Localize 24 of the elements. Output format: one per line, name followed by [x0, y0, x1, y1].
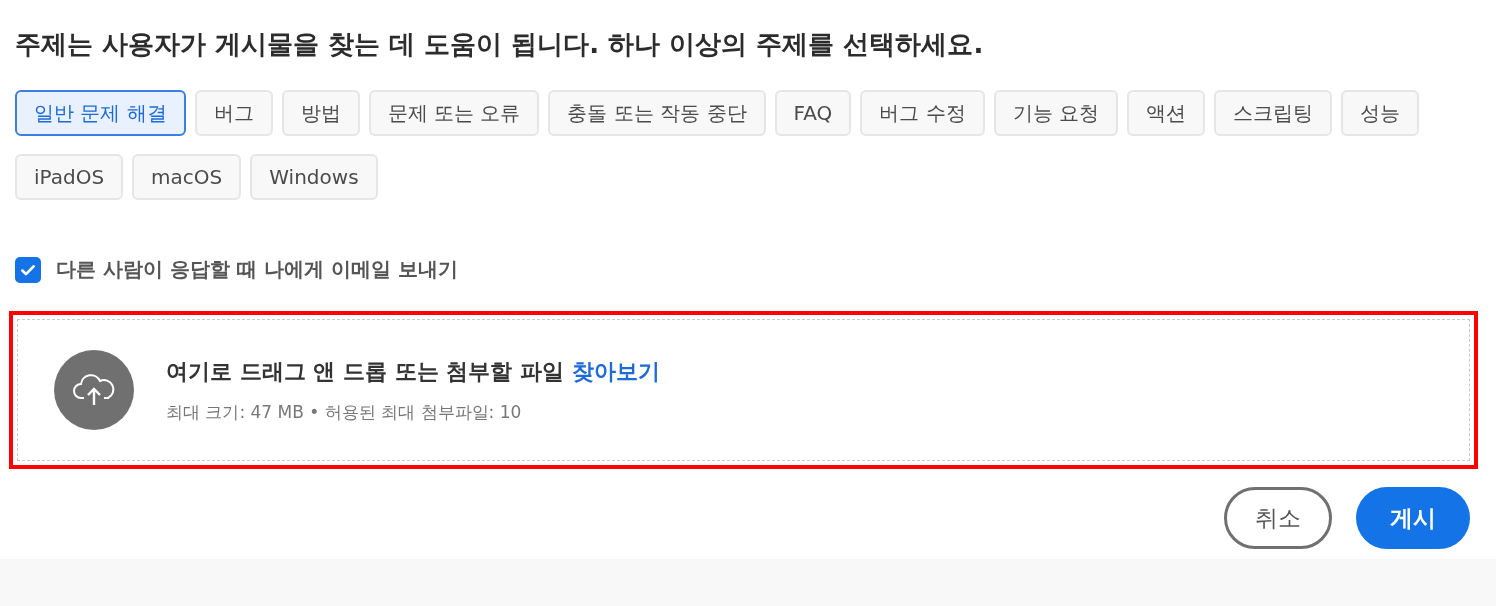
topic-tag[interactable]: 기능 요청 — [993, 90, 1118, 136]
drop-prompt: 여기로 드래그 앤 드롭 또는 첨부할 파일 — [166, 358, 564, 384]
topic-tag[interactable]: FAQ — [774, 90, 852, 136]
checkbox-label: 다른 사람이 응답할 때 나에게 이메일 보내기 — [56, 256, 458, 283]
heading: 주제는 사용자가 게시물을 찾는 데 도움이 됩니다. 하나 이상의 주제를 선택하세요. — [15, 28, 985, 61]
checkbox[interactable] — [15, 256, 41, 283]
browse-link[interactable]: 찾아보기 — [571, 358, 660, 384]
topic-tag[interactable]: 스크립팅 — [1214, 90, 1332, 136]
drop-zone[interactable]: 여기로 드래그 앤 드롭 또는 첨부할 파일 찾아보기 최대 크기: 47 MB • 허용된 최대 첨부파일: 10 — [17, 319, 1470, 461]
topic-tag[interactable]: Windows — [250, 154, 378, 200]
topic-tag[interactable]: 충돌 또는 작동 중단 — [548, 90, 766, 136]
topic-tag[interactable]: 액션 — [1127, 90, 1205, 136]
cloud-upload-icon — [54, 350, 134, 430]
upload-limits: 최대 크기: 47 MB • 허용된 최대 첨부파일: 10 — [166, 400, 523, 424]
topic-tag[interactable]: 문제 또는 오류 — [368, 90, 540, 136]
cancel-button[interactable]: 취소 — [1224, 487, 1332, 549]
topic-tag[interactable]: 버그 수정 — [860, 90, 985, 136]
topic-tag[interactable]: 일반 문제 해결 — [15, 90, 186, 136]
topic-tag[interactable]: macOS — [132, 154, 242, 200]
topic-tag[interactable]: 버그 — [194, 90, 273, 136]
post-button[interactable]: 게시 — [1356, 487, 1470, 549]
topic-tag[interactable]: 성능 — [1341, 90, 1419, 136]
topic-tag[interactable]: 방법 — [281, 90, 360, 136]
topic-tag[interactable]: iPadOS — [15, 154, 124, 200]
